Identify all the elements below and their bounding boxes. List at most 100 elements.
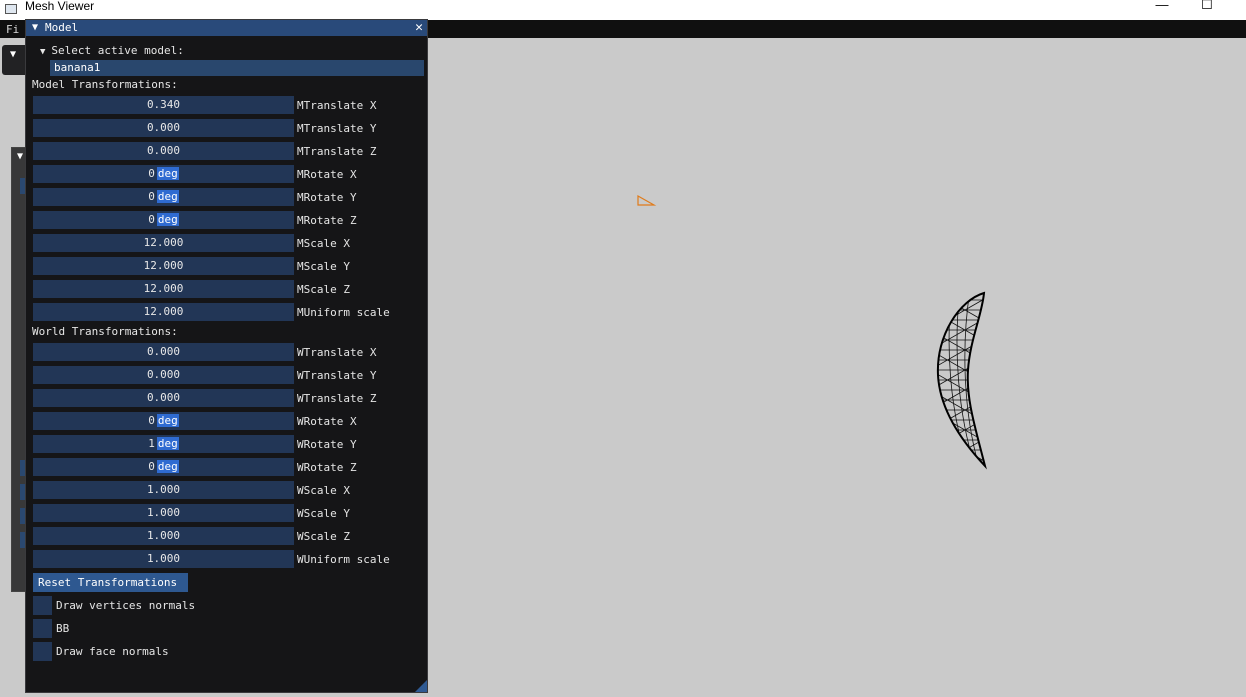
model-list-item[interactable]: banana1 (50, 60, 424, 76)
world-transform-slider[interactable]: 1.000 (33, 550, 294, 568)
camera-icon (637, 194, 657, 206)
world-transform-slider[interactable]: 1.000 (33, 504, 294, 522)
select-model-tree-node[interactable]: ▼ Select active model: (40, 44, 184, 57)
slider-number: 1.000 (146, 483, 181, 496)
model-transform-label: MRotate Z (297, 214, 357, 227)
option-checkbox[interactable] (33, 642, 52, 661)
model-transform-slider[interactable]: 0.340 (33, 96, 294, 114)
world-transform-label: WScale X (297, 484, 350, 497)
world-transform-label: WRotate Z (297, 461, 357, 474)
world-transform-slider[interactable]: 0.000 (33, 389, 294, 407)
model-transform-slider[interactable]: 0 deg (33, 165, 294, 183)
model-transform-label: MScale X (297, 237, 350, 250)
close-icon[interactable]: ✕ (415, 20, 423, 35)
slider-number: 0 (148, 167, 155, 180)
model-transform-label: MTranslate X (297, 99, 377, 112)
option-checkbox-label[interactable]: BB (56, 622, 69, 635)
slider-unit: deg (156, 414, 179, 427)
slider-number: 0 (148, 190, 155, 203)
world-transform-slider[interactable]: 1.000 (33, 527, 294, 545)
slider-value: 0.000 (33, 121, 294, 134)
model-transform-label: MTranslate Y (297, 122, 377, 135)
model-transform-label: MScale Y (297, 260, 350, 273)
slider-unit: deg (156, 213, 179, 226)
maximize-button[interactable]: ☐ (1197, 0, 1217, 12)
world-transform-slider[interactable]: 1.000 (33, 481, 294, 499)
collapse-icon[interactable]: ▼ (10, 49, 16, 60)
slider-unit: deg (156, 190, 179, 203)
slider-value: 1 deg (33, 437, 294, 450)
model-transformations-heading: Model Transformations: (32, 78, 178, 91)
model-transform-slider[interactable]: 12.000 (33, 280, 294, 298)
model-transform-label: MUniform scale (297, 306, 390, 319)
world-transform-slider[interactable]: 1 deg (33, 435, 294, 453)
world-transform-slider[interactable]: 0 deg (33, 458, 294, 476)
option-checkbox-label[interactable]: Draw face normals (56, 645, 169, 658)
world-transform-slider[interactable]: 0.000 (33, 366, 294, 384)
model-transform-slider[interactable]: 0.000 (33, 119, 294, 137)
slider-number: 12.000 (143, 259, 184, 272)
slider-number: 1.000 (146, 552, 181, 565)
slider-value: 0 deg (33, 460, 294, 473)
slider-value: 0.000 (33, 368, 294, 381)
reset-button-label: Reset Transformations (38, 576, 178, 589)
resize-grip[interactable] (415, 680, 427, 692)
collapse-icon[interactable]: ▼ (17, 151, 23, 162)
slider-number: 0.000 (146, 368, 181, 381)
model-transform-label: MRotate Y (297, 191, 357, 204)
slider-number: 0 (148, 460, 155, 473)
option-checkbox[interactable] (33, 596, 52, 615)
model-transform-slider[interactable]: 0 deg (33, 211, 294, 229)
slider-value: 0.340 (33, 98, 294, 111)
option-checkbox[interactable] (33, 619, 52, 638)
slider-value: 0.000 (33, 144, 294, 157)
slider-number: 0.340 (146, 98, 181, 111)
slider-value: 12.000 (33, 236, 294, 249)
world-transform-slider[interactable]: 0.000 (33, 343, 294, 361)
option-checkbox-label[interactable]: Draw vertices normals (56, 599, 195, 612)
slider-value: 0 deg (33, 414, 294, 427)
slider-value: 0.000 (33, 345, 294, 358)
world-transform-label: WTranslate X (297, 346, 377, 359)
slider-unit: deg (156, 167, 179, 180)
slider-number: 0 (148, 414, 155, 427)
model-transform-slider[interactable]: 12.000 (33, 234, 294, 252)
model-transform-label: MTranslate Z (297, 145, 377, 158)
slider-value: 1.000 (33, 483, 294, 496)
slider-number: 0.000 (146, 391, 181, 404)
slider-unit: deg (156, 437, 179, 450)
world-transform-label: WScale Y (297, 507, 350, 520)
world-transform-slider[interactable]: 0 deg (33, 412, 294, 430)
world-transformations-heading: World Transformations: (32, 325, 178, 338)
reset-transformations-button[interactable]: Reset Transformations (33, 573, 188, 592)
slider-number: 0.000 (146, 345, 181, 358)
slider-number: 0 (148, 213, 155, 226)
model-transform-slider[interactable]: 0.000 (33, 142, 294, 160)
slider-number: 12.000 (143, 282, 184, 295)
model-transform-slider[interactable]: 12.000 (33, 303, 294, 321)
slider-value: 12.000 (33, 282, 294, 295)
slider-number: 0.000 (146, 144, 181, 157)
banana-mesh (936, 291, 987, 470)
slider-value: 0 deg (33, 190, 294, 203)
slider-unit: deg (156, 460, 179, 473)
world-transform-label: WTranslate Z (297, 392, 377, 405)
window-title: Mesh Viewer (25, 0, 95, 13)
minimize-button[interactable]: — (1152, 0, 1172, 12)
slider-number: 12.000 (143, 305, 184, 318)
world-transform-label: WTranslate Y (297, 369, 377, 382)
slider-value: 1.000 (33, 529, 294, 542)
panel-header[interactable]: ▼ Model ✕ (26, 20, 427, 36)
slider-number: 1.000 (146, 529, 181, 542)
menu-file[interactable]: Fi (6, 23, 19, 36)
slider-value: 0 deg (33, 213, 294, 226)
model-transform-slider[interactable]: 12.000 (33, 257, 294, 275)
window-titlebar: Mesh Viewer — ☐ (0, 0, 1246, 20)
model-transform-slider[interactable]: 0 deg (33, 188, 294, 206)
slider-value: 12.000 (33, 305, 294, 318)
slider-value: 1.000 (33, 506, 294, 519)
slider-number: 12.000 (143, 236, 184, 249)
slider-number: 1.000 (146, 506, 181, 519)
world-transform-label: WScale Z (297, 530, 350, 543)
collapse-icon[interactable]: ▼ (32, 22, 38, 33)
